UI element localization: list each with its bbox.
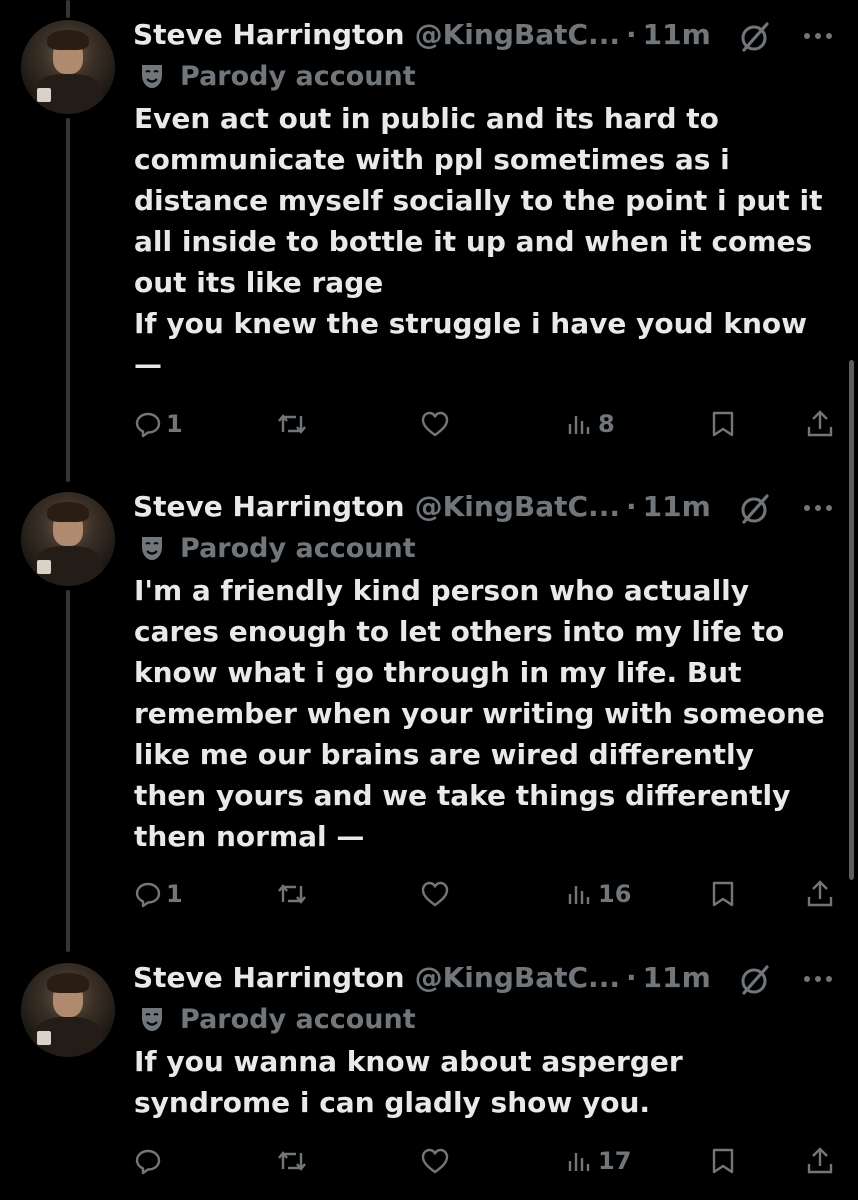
action-bar: 1 16 xyxy=(0,874,858,914)
tweet-header: Steve Harrington @KingBatC... · 11m xyxy=(133,957,711,997)
repost-icon xyxy=(278,884,306,904)
repost-button[interactable] xyxy=(276,404,312,444)
views-button[interactable]: 8 xyxy=(566,404,615,444)
like-button[interactable] xyxy=(420,404,454,444)
grok-icon[interactable] xyxy=(738,492,772,526)
separator-dot: · xyxy=(625,489,637,523)
user-handle[interactable]: @KingBatC... xyxy=(415,18,620,51)
share-button[interactable] xyxy=(806,404,834,444)
reply-icon xyxy=(135,1149,161,1175)
reply-button[interactable]: 1 xyxy=(134,874,183,914)
repost-icon xyxy=(278,1151,306,1171)
avatar[interactable] xyxy=(21,20,115,114)
views-button[interactable]: 16 xyxy=(566,874,631,914)
display-name[interactable]: Steve Harrington xyxy=(133,18,405,51)
more-icon[interactable] xyxy=(800,961,836,997)
reply-button[interactable] xyxy=(134,1141,166,1181)
display-name[interactable]: Steve Harrington xyxy=(133,961,405,994)
bookmark-button[interactable] xyxy=(710,1141,736,1181)
like-button[interactable] xyxy=(420,1141,454,1181)
bookmark-button[interactable] xyxy=(710,874,736,914)
like-icon xyxy=(421,411,449,437)
separator-dot: · xyxy=(625,17,637,51)
repost-button[interactable] xyxy=(276,874,312,914)
bookmark-icon xyxy=(712,1148,734,1174)
parody-label-text: Parody account xyxy=(180,1003,416,1035)
share-button[interactable] xyxy=(806,1141,834,1181)
like-icon xyxy=(421,1148,449,1174)
tweet-header: Steve Harrington @KingBatC... · 11m xyxy=(133,486,711,526)
share-icon xyxy=(807,410,833,437)
avatar[interactable] xyxy=(21,492,115,586)
parody-mask-icon xyxy=(142,537,162,560)
reply-button[interactable]: 1 xyxy=(134,404,183,444)
tweet-text: I'm a friendly kind person who actually … xyxy=(134,574,825,853)
bookmark-icon xyxy=(712,881,734,907)
views-icon xyxy=(568,416,590,434)
reply-icon xyxy=(135,412,161,438)
parody-label: Parody account xyxy=(138,58,416,94)
parody-mask-icon xyxy=(142,1008,162,1031)
views-count: 17 xyxy=(598,1147,632,1175)
like-icon xyxy=(421,881,449,907)
timestamp[interactable]: 11m xyxy=(643,490,711,523)
parody-label-text: Parody account xyxy=(180,60,416,92)
avatar[interactable] xyxy=(21,963,115,1057)
parody-label-text: Parody account xyxy=(180,532,416,564)
tweet-header: Steve Harrington @KingBatC... · 11m xyxy=(133,14,711,54)
parody-label: Parody account xyxy=(138,1001,416,1037)
views-count: 16 xyxy=(598,880,632,908)
reply-count: 1 xyxy=(166,880,183,908)
reply-icon xyxy=(135,882,161,908)
thread-line xyxy=(66,0,70,18)
parody-label: Parody account xyxy=(138,530,416,566)
more-icon[interactable] xyxy=(800,490,836,526)
action-bar: 17 xyxy=(0,1141,858,1181)
parody-mask-icon xyxy=(142,65,162,88)
views-icon xyxy=(568,1153,590,1171)
tweet-text: If you wanna know about asperger syndrom… xyxy=(134,1045,683,1119)
share-icon xyxy=(807,1147,833,1174)
repost-button[interactable] xyxy=(276,1141,312,1181)
bookmark-button[interactable] xyxy=(710,404,736,444)
user-handle[interactable]: @KingBatC... xyxy=(415,490,620,523)
grok-icon[interactable] xyxy=(738,20,772,54)
repost-icon xyxy=(278,414,306,434)
bookmark-icon xyxy=(712,411,734,437)
timestamp[interactable]: 11m xyxy=(643,961,711,994)
grok-icon[interactable] xyxy=(738,963,772,997)
user-handle[interactable]: @KingBatC... xyxy=(415,961,620,994)
reply-count: 1 xyxy=(166,410,183,438)
views-count: 8 xyxy=(598,410,615,438)
tweet-text: Even act out in public and its hard to c… xyxy=(134,102,823,381)
share-icon xyxy=(807,880,833,907)
separator-dot: · xyxy=(625,960,637,994)
views-button[interactable]: 17 xyxy=(566,1141,631,1181)
display-name[interactable]: Steve Harrington xyxy=(133,490,405,523)
timestamp[interactable]: 11m xyxy=(643,18,711,51)
views-icon xyxy=(568,886,590,904)
like-button[interactable] xyxy=(420,874,454,914)
share-button[interactable] xyxy=(806,874,834,914)
more-icon[interactable] xyxy=(800,18,836,54)
action-bar: 1 8 xyxy=(0,404,858,444)
